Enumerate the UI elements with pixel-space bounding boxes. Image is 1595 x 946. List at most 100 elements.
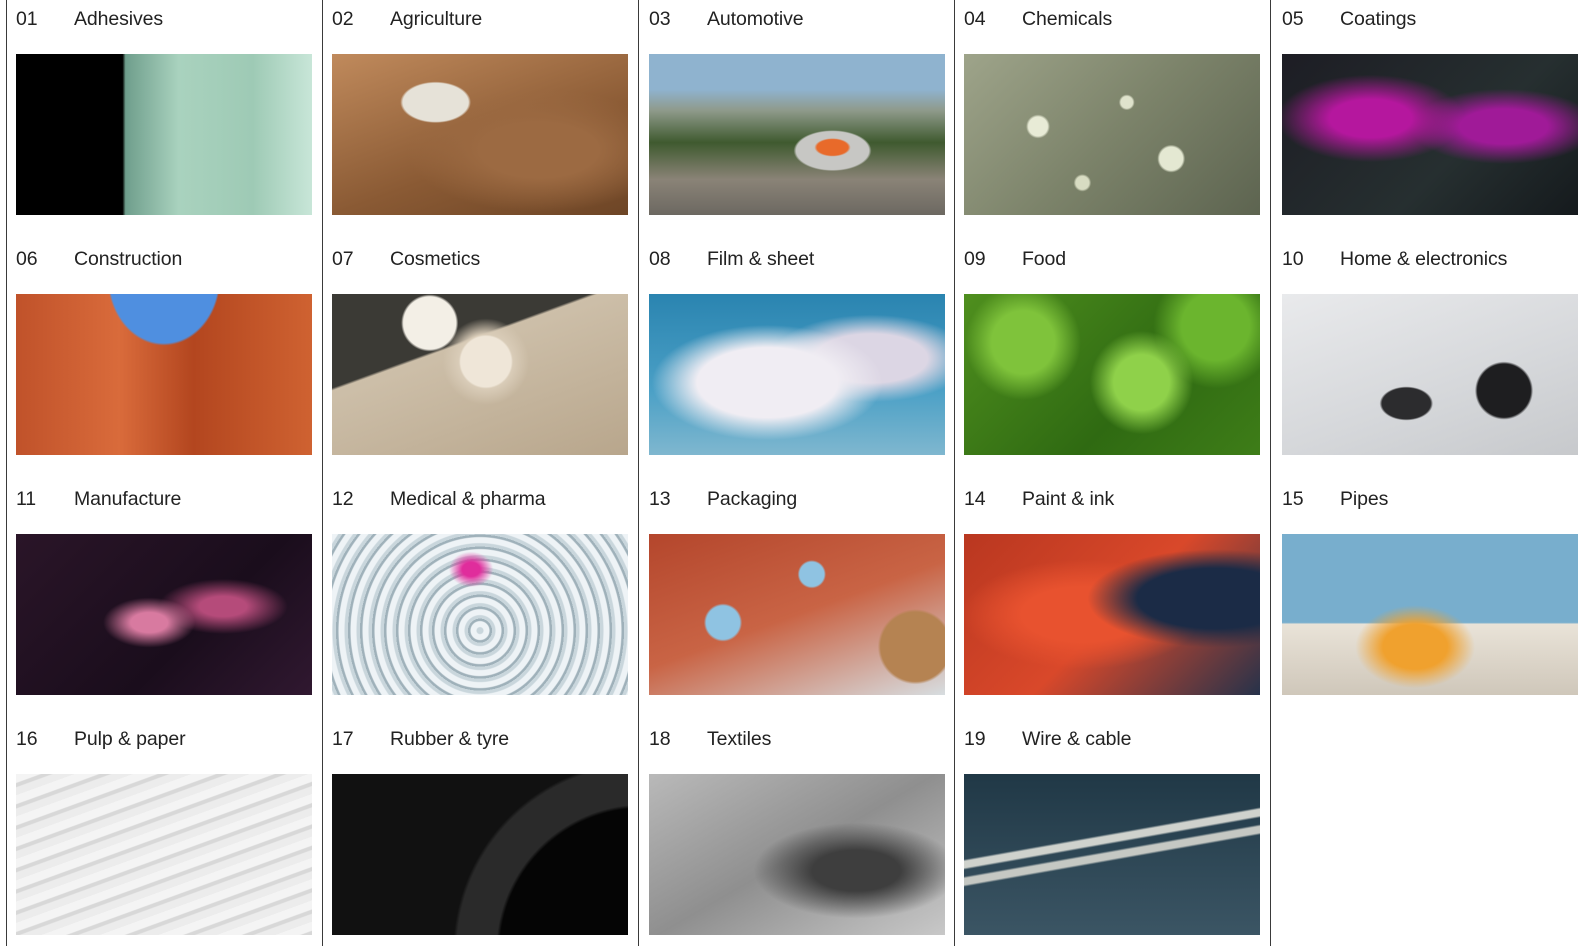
industry-image[interactable]	[332, 774, 628, 935]
industry-label[interactable]: Film & sheet	[707, 248, 814, 271]
industry-number: 14	[964, 488, 986, 510]
industry-image[interactable]	[649, 774, 945, 935]
industry-tile[interactable]: 14 Paint & ink	[964, 480, 1260, 700]
industry-tile[interactable]: 10 Home & electronics	[1282, 240, 1578, 460]
industry-heading: 15 Pipes	[1282, 480, 1578, 520]
industry-number: 15	[1282, 488, 1304, 510]
industry-heading: 05 Coatings	[1282, 0, 1578, 40]
industry-heading: 06 Construction	[16, 240, 312, 280]
industry-number: 02	[332, 8, 354, 30]
industry-tile[interactable]: 12 Medical & pharma	[332, 480, 628, 700]
industry-label[interactable]: Construction	[74, 248, 182, 271]
industry-label[interactable]: Adhesives	[74, 8, 163, 31]
industry-number: 03	[649, 8, 671, 30]
industry-heading: 10 Home & electronics	[1282, 240, 1578, 280]
industry-label[interactable]: Food	[1022, 248, 1066, 271]
industry-heading: 02 Agriculture	[332, 0, 628, 40]
industry-number: 07	[332, 248, 354, 270]
industry-number: 10	[1282, 248, 1304, 270]
industry-heading: 07 Cosmetics	[332, 240, 628, 280]
industry-label[interactable]: Paint & ink	[1022, 488, 1114, 511]
industry-image[interactable]	[1282, 54, 1578, 215]
industry-label[interactable]: Automotive	[707, 8, 804, 31]
column-divider	[638, 0, 639, 946]
industry-label[interactable]: Pipes	[1340, 488, 1388, 511]
industry-number: 16	[16, 728, 38, 750]
industry-heading: 17 Rubber & tyre	[332, 720, 628, 760]
industry-label[interactable]: Medical & pharma	[390, 488, 546, 511]
industry-image[interactable]	[332, 534, 628, 695]
industry-label[interactable]: Rubber & tyre	[390, 728, 509, 751]
industry-heading: 12 Medical & pharma	[332, 480, 628, 520]
industry-number: 04	[964, 8, 986, 30]
industry-tile[interactable]: 11 Manufacture	[16, 480, 312, 700]
industry-image[interactable]	[964, 54, 1260, 215]
industry-tile[interactable]: 17 Rubber & tyre	[332, 720, 628, 940]
industry-number: 06	[16, 248, 38, 270]
industry-label[interactable]: Cosmetics	[390, 248, 480, 271]
industry-heading: 16 Pulp & paper	[16, 720, 312, 760]
industry-tile[interactable]: 16 Pulp & paper	[16, 720, 312, 940]
industry-heading: 03 Automotive	[649, 0, 945, 40]
industry-heading: 09 Food	[964, 240, 1260, 280]
industry-label[interactable]: Wire & cable	[1022, 728, 1131, 751]
industry-number: 01	[16, 8, 38, 30]
industry-number: 09	[964, 248, 986, 270]
industry-image[interactable]	[16, 774, 312, 935]
column-divider	[6, 0, 7, 946]
industry-tile[interactable]: 15 Pipes	[1282, 480, 1578, 700]
industry-tile[interactable]: 03 Automotive	[649, 0, 945, 220]
industry-tile[interactable]: 01 Adhesives	[16, 0, 312, 220]
industry-image[interactable]	[1282, 534, 1578, 695]
industry-heading: 08 Film & sheet	[649, 240, 945, 280]
industry-number: 05	[1282, 8, 1304, 30]
industry-heading: 14 Paint & ink	[964, 480, 1260, 520]
industry-image[interactable]	[16, 54, 312, 215]
industry-image[interactable]	[1282, 294, 1578, 455]
industry-number: 13	[649, 488, 671, 510]
industry-tile[interactable]: 05 Coatings	[1282, 0, 1578, 220]
industry-label[interactable]: Coatings	[1340, 8, 1416, 31]
industry-heading: 01 Adhesives	[16, 0, 312, 40]
industry-image[interactable]	[649, 54, 945, 215]
industry-image[interactable]	[649, 534, 945, 695]
industry-tile[interactable]: 18 Textiles	[649, 720, 945, 940]
industry-tile[interactable]: 19 Wire & cable	[964, 720, 1260, 940]
industry-image[interactable]	[964, 294, 1260, 455]
industry-tile[interactable]: 04 Chemicals	[964, 0, 1260, 220]
industry-label[interactable]: Pulp & paper	[74, 728, 186, 751]
industry-label[interactable]: Agriculture	[390, 8, 482, 31]
industry-image[interactable]	[332, 54, 628, 215]
industry-heading: 13 Packaging	[649, 480, 945, 520]
industry-number: 12	[332, 488, 354, 510]
industry-heading: 04 Chemicals	[964, 0, 1260, 40]
industry-image[interactable]	[649, 294, 945, 455]
industry-image[interactable]	[964, 534, 1260, 695]
industry-tile[interactable]: 08 Film & sheet	[649, 240, 945, 460]
industry-number: 18	[649, 728, 671, 750]
industry-label[interactable]: Home & electronics	[1340, 248, 1507, 271]
industry-label[interactable]: Manufacture	[74, 488, 181, 511]
industry-number: 19	[964, 728, 986, 750]
industry-tile[interactable]: 02 Agriculture	[332, 0, 628, 220]
industries-grid: 01 Adhesives 02 Agriculture 03 Automotive 04 Ch…	[0, 0, 1595, 946]
industry-heading: 19 Wire & cable	[964, 720, 1260, 760]
industry-label[interactable]: Chemicals	[1022, 8, 1112, 31]
column-divider	[322, 0, 323, 946]
industry-number: 11	[16, 488, 37, 510]
industry-tile[interactable]: 06 Construction	[16, 240, 312, 460]
industry-number: 17	[332, 728, 354, 750]
industry-heading: 11 Manufacture	[16, 480, 312, 520]
industry-heading: 18 Textiles	[649, 720, 945, 760]
industry-image[interactable]	[16, 534, 312, 695]
column-divider	[1270, 0, 1271, 946]
industry-image[interactable]	[332, 294, 628, 455]
industry-label[interactable]: Packaging	[707, 488, 797, 511]
industry-image[interactable]	[16, 294, 312, 455]
industry-image[interactable]	[964, 774, 1260, 935]
industry-tile[interactable]: 09 Food	[964, 240, 1260, 460]
industry-label[interactable]: Textiles	[707, 728, 771, 751]
industry-tile[interactable]: 07 Cosmetics	[332, 240, 628, 460]
industry-tile[interactable]: 13 Packaging	[649, 480, 945, 700]
industry-number: 08	[649, 248, 671, 270]
